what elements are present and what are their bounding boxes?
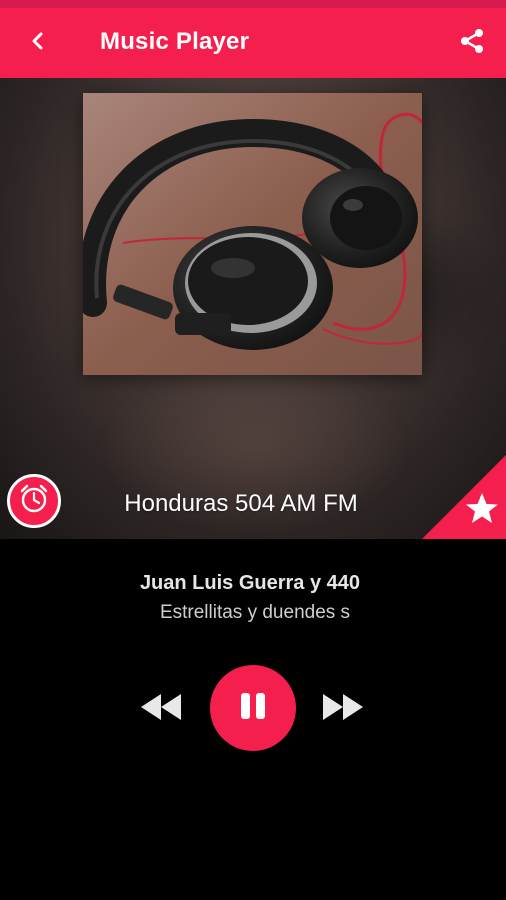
page-title: Music Player [100,28,250,55]
artist-name: Juan Luis Guerra y 440 [139,572,361,594]
status-bar [0,0,506,8]
arrow-back-icon [27,30,49,57]
rewind-icon [139,692,183,727]
pause-button[interactable] [210,665,296,751]
favorite-button[interactable] [422,455,506,539]
playback-controls [0,665,506,751]
fast-forward-icon [321,692,365,727]
music-player-screen: Music Player Honduras 504 AM FM Juan Lui… [0,0,506,900]
station-artwork [83,93,422,375]
rewind-button[interactable] [136,689,186,729]
headphones-photo [83,93,422,375]
track-title: Estrellitas y duendes s [159,602,351,623]
app-bar: Music Player [0,8,506,78]
back-button[interactable] [18,23,58,63]
share-button[interactable] [452,23,492,63]
fast-forward-button[interactable] [318,689,368,729]
station-hero: Honduras 504 AM FM [0,78,506,539]
share-icon [457,26,487,61]
pause-icon [236,689,270,728]
station-name: Honduras 504 AM FM [124,490,358,517]
